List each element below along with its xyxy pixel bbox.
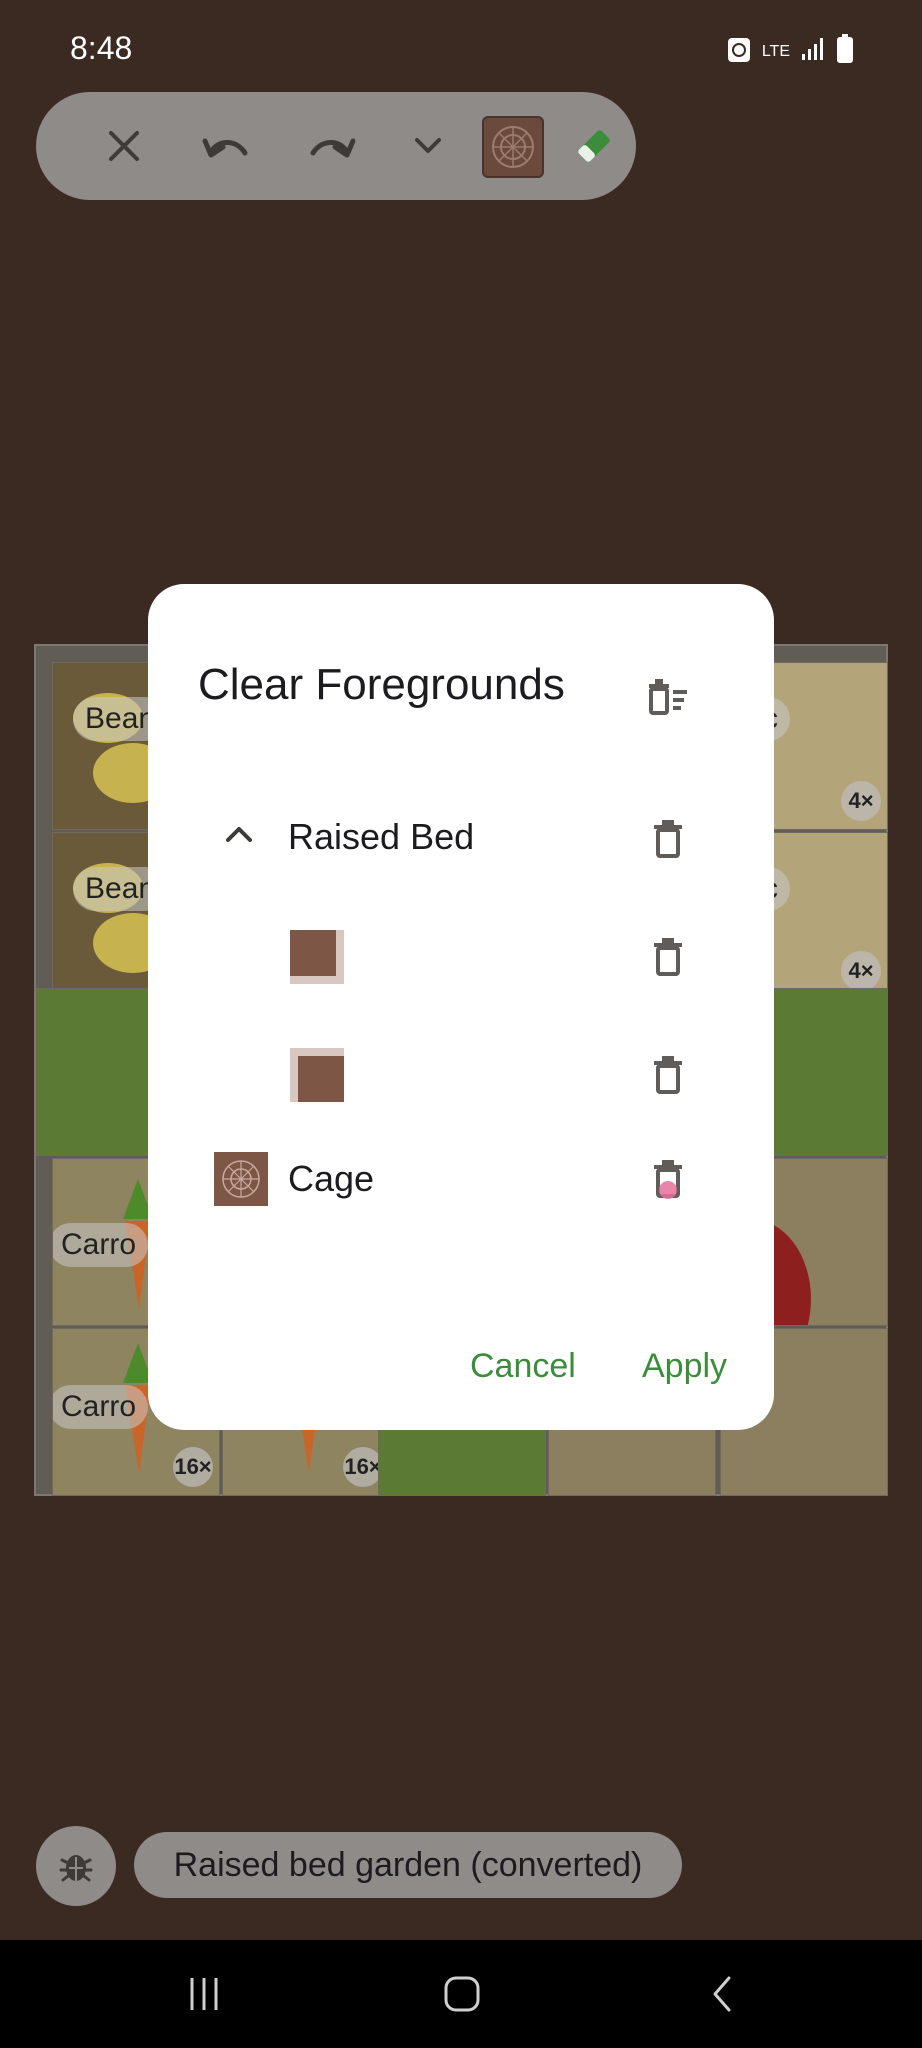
cage-icon [214, 1152, 268, 1206]
delete-cage-button[interactable] [638, 1150, 698, 1210]
home-icon [444, 1976, 480, 2012]
group-row-raised-bed[interactable]: Raised Bed [148, 788, 774, 888]
clear-all-button[interactable] [638, 666, 698, 726]
group-label: Raised Bed [288, 816, 475, 857]
cancel-button[interactable]: Cancel [470, 1336, 576, 1396]
trash-icon [654, 1160, 682, 1199]
apply-button[interactable]: Apply [642, 1336, 727, 1396]
battery-icon [836, 34, 854, 69]
undo-button[interactable] [196, 116, 256, 176]
debug-button[interactable] [36, 1826, 116, 1906]
back-button[interactable] [692, 1964, 752, 2024]
sync-icon [726, 34, 752, 69]
clear-foregrounds-dialog: Clear Foregrounds Raised Bed Cage Cancel… [148, 584, 774, 1430]
count-badge: 16× [343, 1447, 383, 1487]
count-badge: 4× [841, 951, 881, 991]
item-label: Cage [288, 1158, 375, 1199]
trash-icon [654, 820, 682, 858]
eraser-icon [578, 130, 610, 162]
chevron-down-icon [415, 138, 441, 153]
eraser-button[interactable] [564, 116, 624, 176]
chevron-up-icon[interactable] [224, 824, 254, 844]
count-badge: 4× [841, 781, 881, 821]
status-icons: LTE [726, 34, 854, 69]
status-time: 8:48 [70, 30, 133, 66]
foreground-item-row[interactable] [148, 906, 774, 1006]
undo-icon [202, 138, 248, 158]
bug-icon [59, 1855, 93, 1882]
selected-foreground-swatch[interactable] [482, 116, 544, 178]
count-badge: 16× [173, 1447, 213, 1487]
signal-icon [800, 36, 826, 67]
delete-item-button[interactable] [638, 1044, 698, 1104]
redo-icon [310, 138, 356, 158]
delete-item-button[interactable] [638, 926, 698, 986]
cell-label: Carro [53, 1385, 149, 1429]
garden-name-chip[interactable]: Raised bed garden (converted) [134, 1832, 682, 1898]
lte-label: LTE [761, 42, 790, 60]
recents-icon [190, 1978, 218, 2010]
recents-button[interactable] [174, 1964, 234, 2024]
system-nav-bar [0, 1940, 922, 2048]
foreground-swatch [290, 1048, 344, 1102]
dropdown-button[interactable] [398, 116, 458, 176]
foreground-item-cage[interactable]: Cage [148, 1128, 774, 1228]
cell-label: Carro [53, 1223, 149, 1267]
editor-toolbar [36, 92, 636, 200]
trash-icon [654, 938, 682, 976]
dialog-title: Clear Foregrounds [198, 660, 565, 709]
redo-button[interactable] [302, 116, 362, 176]
foreground-swatch [290, 930, 344, 984]
trash-icon [654, 1056, 682, 1094]
home-button[interactable] [432, 1964, 492, 2024]
close-icon [109, 131, 139, 161]
back-icon [713, 1976, 731, 2012]
foreground-item-row[interactable] [148, 1022, 774, 1122]
delete-sweep-icon [649, 679, 687, 715]
delete-group-button[interactable] [638, 808, 698, 868]
cage-icon [492, 126, 534, 168]
close-button[interactable] [94, 116, 154, 176]
